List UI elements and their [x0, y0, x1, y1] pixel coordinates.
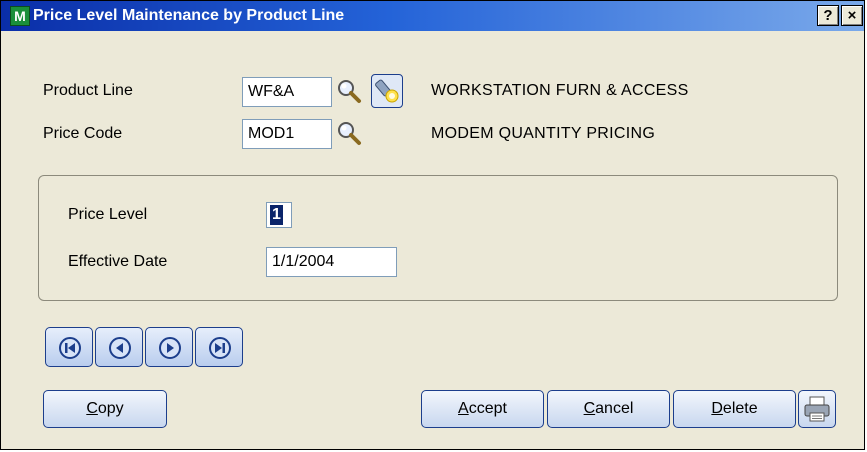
- window-title: Price Level Maintenance by Product Line: [33, 7, 345, 24]
- price-level-group: [38, 175, 838, 301]
- price-code-description: MODEM QUANTITY PRICING: [431, 125, 656, 142]
- print-button[interactable]: [798, 390, 836, 428]
- next-record-button[interactable]: [145, 327, 193, 367]
- price-code-lookup-icon[interactable]: [335, 119, 363, 147]
- app-icon: M: [10, 6, 30, 26]
- effective-date-input[interactable]: [266, 247, 397, 277]
- flashlight-button[interactable]: [371, 74, 403, 108]
- accept-button[interactable]: Accept: [421, 390, 544, 428]
- copy-hotkey: C: [86, 400, 98, 417]
- cancel-hotkey: C: [583, 400, 596, 417]
- dialog-window: M Price Level Maintenance by Product Lin…: [0, 0, 865, 450]
- next-record-icon: [159, 337, 181, 359]
- price-level-label: Price Level: [68, 206, 148, 223]
- price-level-value: 1: [270, 205, 283, 225]
- product-line-input[interactable]: [242, 77, 332, 107]
- effective-date-label: Effective Date: [68, 253, 168, 270]
- printer-icon: [804, 396, 830, 422]
- copy-label: opy: [97, 400, 124, 417]
- delete-hotkey: D: [711, 400, 723, 417]
- accept-label: ccept: [468, 400, 507, 417]
- last-record-icon: [209, 337, 231, 359]
- cancel-label: ancel: [595, 400, 634, 417]
- previous-record-button[interactable]: [95, 327, 143, 367]
- product-line-label: Product Line: [43, 82, 133, 99]
- title-bar[interactable]: M Price Level Maintenance by Product Lin…: [1, 1, 864, 31]
- close-button[interactable]: ×: [841, 5, 863, 26]
- delete-label: elete: [722, 400, 758, 417]
- product-line-lookup-icon[interactable]: [335, 77, 363, 105]
- cancel-button[interactable]: Cancel: [547, 390, 670, 428]
- accept-hotkey: A: [458, 400, 469, 417]
- price-level-input[interactable]: 1: [266, 202, 292, 228]
- last-record-button[interactable]: [195, 327, 243, 367]
- delete-button[interactable]: Delete: [673, 390, 796, 428]
- previous-record-icon: [109, 337, 131, 359]
- flashlight-icon: [375, 79, 399, 103]
- price-code-label: Price Code: [43, 125, 123, 142]
- product-line-description: WORKSTATION FURN & ACCESS: [431, 82, 689, 99]
- copy-button[interactable]: Copy: [43, 390, 167, 428]
- first-record-icon: [59, 337, 81, 359]
- first-record-button[interactable]: [45, 327, 93, 367]
- price-code-input[interactable]: [242, 119, 332, 149]
- help-button[interactable]: ?: [817, 5, 839, 26]
